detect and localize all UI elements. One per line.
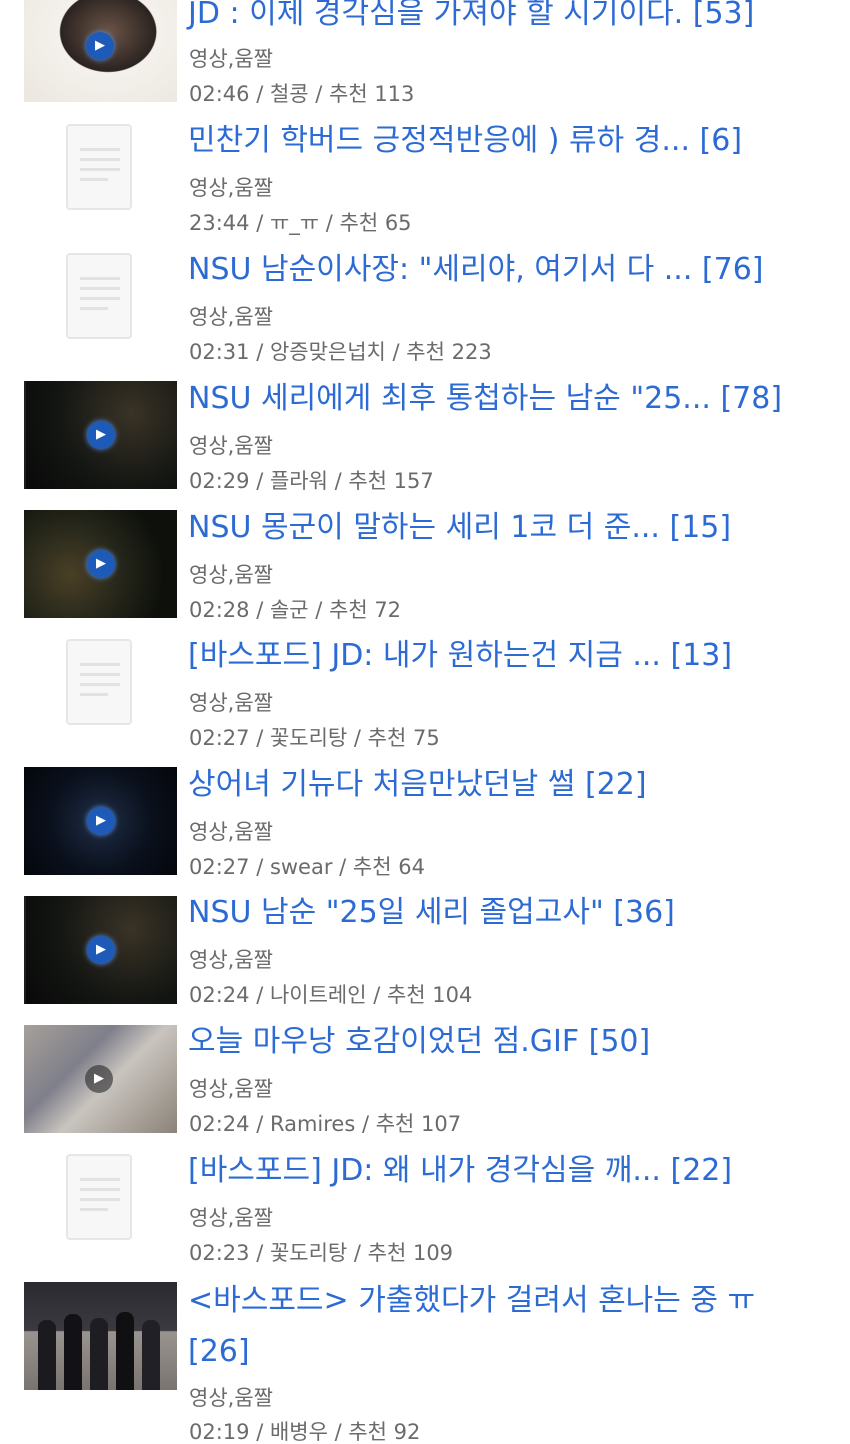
video-thumbnail[interactable]: ▶ — [24, 0, 177, 102]
post-title-link[interactable]: NSU 세리에게 최후 통첩하는 남순 "25... [78] — [188, 377, 828, 421]
post-category: 영상,움짤 — [189, 176, 273, 200]
post-title-link[interactable]: NSU 남순이사장: "세리야, 여기서 다 ... [76] — [188, 248, 828, 292]
document-icon — [66, 639, 132, 725]
post-meta: 02:27 / 꽃도리탕 / 추천 75 — [189, 726, 440, 750]
post-title-link[interactable]: 상어녀 기뉴다 처음만났던날 썰 [22] — [188, 763, 828, 807]
post-meta: 02:27 / swear / 추천 64 — [189, 855, 425, 879]
post-title-link[interactable]: [바스포드] JD: 내가 원하는건 지금 ... [13] — [188, 634, 828, 678]
post-category: 영상,움짤 — [189, 820, 273, 844]
document-icon — [66, 124, 132, 210]
document-thumbnail[interactable] — [24, 1146, 177, 1254]
play-icon: ▶ — [87, 936, 115, 964]
photo-thumbnail[interactable] — [24, 1282, 177, 1390]
post-title-link[interactable]: <바스포드> 가출했다가 걸려서 혼나는 중 ㅠ [26] — [188, 1275, 798, 1377]
post-title-link[interactable]: 민찬기 학버드 긍정적반응에 ) 류하 경... [6] — [188, 119, 828, 163]
post-meta: 02:29 / 플라워 / 추천 157 — [189, 469, 434, 493]
video-thumbnail[interactable]: ▶ — [24, 1025, 177, 1133]
play-icon: ▶ — [87, 807, 115, 835]
post-meta: 02:31 / 앙증맞은넙치 / 추천 223 — [189, 340, 492, 364]
video-thumbnail[interactable]: ▶ — [24, 767, 177, 875]
person-figure — [116, 1312, 134, 1390]
play-icon: ▶ — [87, 421, 115, 449]
post-list: ▶ JD : 이제 경각심을 가져야 할 시기이다. [53] 영상,움짤 02… — [0, 0, 850, 1444]
post-category: 영상,움짤 — [189, 563, 273, 587]
person-figure — [90, 1318, 108, 1390]
post-meta: 02:23 / 꽃도리탕 / 추천 109 — [189, 1241, 454, 1265]
video-thumbnail[interactable]: ▶ — [24, 510, 177, 618]
document-icon — [66, 253, 132, 339]
post-meta: 02:19 / 배병우 / 추천 92 — [189, 1420, 421, 1444]
post-category: 영상,움짤 — [189, 305, 273, 329]
post-meta: 02:28 / 솔군 / 추천 72 — [189, 598, 402, 622]
document-icon — [66, 1154, 132, 1240]
person-figure — [142, 1320, 160, 1390]
post-category: 영상,움짤 — [189, 1386, 273, 1410]
post-category: 영상,움짤 — [189, 691, 273, 715]
play-icon: ▶ — [86, 32, 114, 60]
video-thumbnail[interactable]: ▶ — [24, 381, 177, 489]
person-figure — [64, 1314, 82, 1390]
post-title-link[interactable]: 오늘 마우낭 호감이었던 점.GIF [50] — [188, 1020, 828, 1064]
post-category: 영상,움짤 — [189, 47, 273, 71]
play-icon: ▶ — [85, 1065, 113, 1093]
post-meta: 02:24 / Ramires / 추천 107 — [189, 1112, 462, 1136]
play-icon: ▶ — [87, 550, 115, 578]
post-title-link[interactable]: NSU 남순 "25일 세리 졸업고사" [36] — [188, 891, 828, 935]
post-meta: 02:46 / 철콩 / 추천 113 — [189, 82, 415, 106]
post-category: 영상,움짤 — [189, 1077, 273, 1101]
document-thumbnail[interactable] — [24, 116, 177, 224]
post-category: 영상,움짤 — [189, 434, 273, 458]
person-figure — [38, 1320, 56, 1390]
post-category: 영상,움짤 — [189, 1206, 273, 1230]
document-thumbnail[interactable] — [24, 245, 177, 353]
video-thumbnail[interactable]: ▶ — [24, 896, 177, 1004]
post-category: 영상,움짤 — [189, 948, 273, 972]
post-title-link[interactable]: NSU 몽군이 말하는 세리 1코 더 준... [15] — [188, 506, 828, 550]
post-title-link[interactable]: [바스포드] JD: 왜 내가 경각심을 깨... [22] — [188, 1149, 828, 1193]
post-meta: 02:24 / 나이트레인 / 추천 104 — [189, 983, 473, 1007]
post-meta: 23:44 / ㅠ_ㅠ / 추천 65 — [189, 211, 412, 235]
document-thumbnail[interactable] — [24, 631, 177, 739]
post-title-link[interactable]: JD : 이제 경각심을 가져야 할 시기이다. [53] — [188, 0, 828, 36]
